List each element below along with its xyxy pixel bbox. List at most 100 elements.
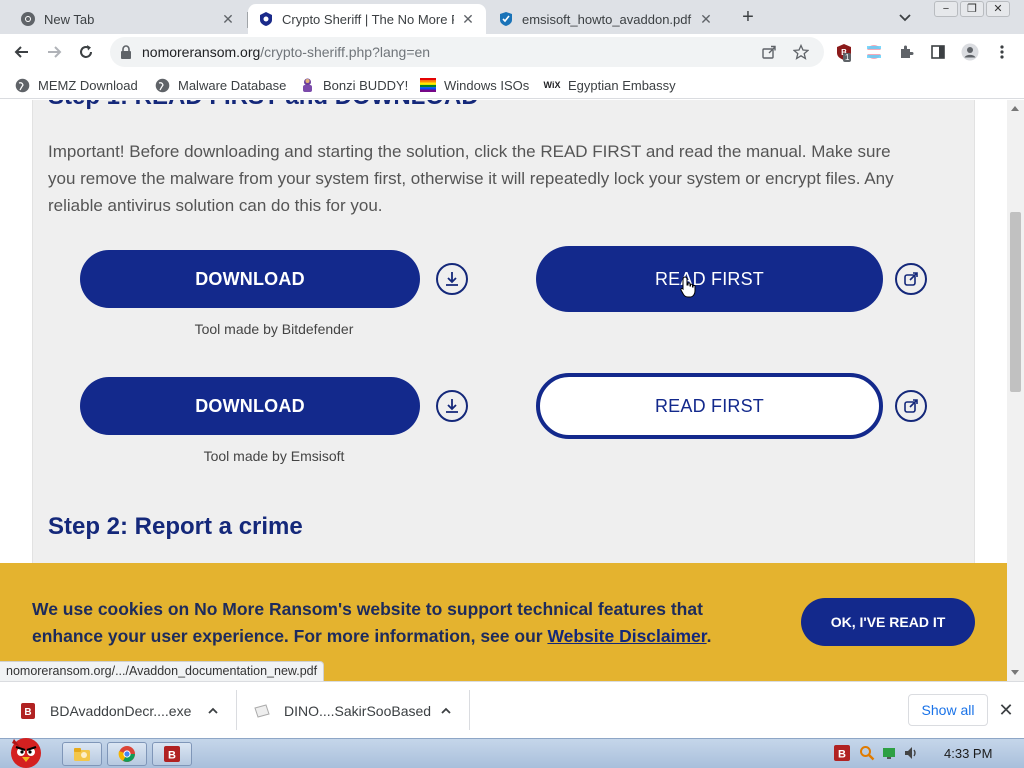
bookmark-bonzi-buddy[interactable]: Bonzi BUDDY! [299,75,408,95]
tab-new-tab[interactable]: New Tab ✕ [10,4,246,34]
tab-emsisoft-pdf[interactable]: emsisoft_howto_avaddon.pdf ✕ [488,4,724,34]
extension-badge: 1 [843,53,852,62]
tab-title: emsisoft_howto_avaddon.pdf [522,11,692,27]
shield-icon [258,11,274,27]
download-item[interactable]: DINO....SakirSooBased [254,682,431,739]
lock-icon[interactable] [120,45,132,59]
windows-taskbar: B B 4:33 PM [0,738,1024,768]
emsisoft-shield-icon [498,11,514,27]
chrome-icon [20,11,36,27]
tab-strip: New Tab ✕ Crypto Sheriff | The No More R… [0,0,1024,34]
forward-arrow-icon[interactable] [42,40,66,64]
tray-search-icon[interactable] [859,745,875,761]
step1-heading: Step 1: READ FIRST and DOWNLOAD [48,100,479,111]
scroll-down-arrow-icon[interactable] [1011,670,1019,675]
bookmark-star-icon[interactable] [792,43,810,61]
bookmark-label: Malware Database [178,77,287,93]
status-url-tooltip: nomoreransom.org/.../Avaddon_documentati… [0,661,325,681]
bookmark-memz[interactable]: MEMZ Download [14,75,138,95]
window-controls: − ❐ ✕ [932,1,1010,17]
back-arrow-icon[interactable] [10,40,34,64]
bookmarks-bar: MEMZ Download Malware Database Bonzi BUD… [0,71,1024,99]
globe-icon [14,77,30,93]
profile-avatar-icon[interactable] [961,43,979,61]
wix-icon: WiX [543,80,561,90]
taskbar-explorer-icon[interactable] [62,742,102,766]
page-viewport: Step 1: READ FIRST and DOWNLOAD Importan… [0,100,1007,681]
start-button-angry-bird-icon[interactable] [2,731,48,768]
bookmark-egyptian-embassy[interactable]: WiX Egyptian Embassy [544,75,676,95]
page-scrollbar[interactable] [1007,100,1024,681]
download-icon[interactable] [436,263,468,295]
tab-title: New Tab [44,11,95,27]
website-disclaimer-link[interactable]: Website Disclaimer [547,626,706,646]
download-bitdefender-button[interactable]: DOWNLOAD [80,250,420,308]
download-icon[interactable] [436,390,468,422]
tray-volume-icon[interactable] [903,745,919,761]
bitdefender-extension-icon[interactable]: B 1 [835,43,853,62]
show-all-downloads-button[interactable]: Show all [908,694,988,726]
download-filename: BDAvaddonDecr....exe [50,702,192,719]
cookie-text: We use cookies on No More Ransom's websi… [32,596,772,650]
bookmark-malware-database[interactable]: Malware Database [154,75,286,95]
close-tab-icon[interactable]: ✕ [460,11,476,27]
svg-text:B: B [838,749,846,761]
minimize-button[interactable]: − [934,1,958,17]
taskbar-bitdefender-icon[interactable]: B [152,742,192,766]
scrollbar-thumb[interactable] [1010,212,1021,392]
puzzle-extensions-icon[interactable] [897,43,915,61]
downloads-bar: B BDAvaddonDecr....exe DINO....SakirSooB… [0,681,1024,738]
download-emsisoft-button[interactable]: DOWNLOAD [80,377,420,435]
chevron-up-icon[interactable] [439,704,453,718]
bookmark-windows-isos[interactable]: Windows ISOs [420,75,529,95]
bookmark-label: Bonzi BUDDY! [323,77,409,93]
url-host: nomoreransom.org [142,44,261,60]
reload-icon[interactable] [74,40,98,64]
close-downloads-bar-icon[interactable]: ✕ [996,700,1016,720]
important-text: Important! Before downloading and starti… [48,142,894,215]
tab-search-chevron-icon[interactable] [896,8,914,26]
browser-toolbar: nomoreransom.org/crypto-sheriff.php?lang… [0,34,1024,71]
download-divider [236,690,237,730]
external-link-icon[interactable] [895,263,927,295]
bonzi-icon [299,77,315,93]
tool-maker-label: Tool made by Bitdefender [194,321,354,337]
bookmark-label: Windows ISOs [444,77,530,93]
tab-crypto-sheriff[interactable]: Crypto Sheriff | The No More R ✕ [248,4,486,34]
download-divider [469,690,470,730]
chevron-up-icon[interactable] [206,704,220,718]
close-tab-icon[interactable]: ✕ [698,11,714,27]
hand-cursor-icon [680,276,696,298]
menu-kebab-icon[interactable] [993,43,1011,61]
new-tab-button[interactable]: + [736,6,760,30]
svg-text:B: B [24,707,31,718]
cookie-message-end: . [706,626,712,646]
read-first-emsisoft-button[interactable]: READ FIRST [536,373,883,439]
download-filename: DINO....SakirSooBased [284,702,432,719]
share-icon[interactable] [760,43,778,61]
file-icon [254,703,270,719]
tray-network-icon[interactable] [881,745,897,761]
close-window-button[interactable]: ✕ [986,1,1010,17]
tab-title: Crypto Sheriff | The No More R [282,11,454,27]
address-bar[interactable]: nomoreransom.org/crypto-sheriff.php?lang… [110,37,824,67]
bookmark-label: MEMZ Download [38,77,138,93]
globe-icon [154,77,170,93]
external-link-icon[interactable] [895,390,927,422]
side-panel-icon[interactable] [929,43,947,61]
scroll-up-arrow-icon[interactable] [1011,106,1019,111]
tool-maker-label: Tool made by Emsisoft [203,448,345,464]
restore-button[interactable]: ❐ [960,1,984,17]
url-path: /crypto-sheriff.php?lang=en [260,44,431,60]
cookie-accept-button[interactable]: OK, I'VE READ IT [801,598,975,646]
flag-extension-icon[interactable] [865,43,883,61]
tray-bitdefender-icon[interactable]: B [834,745,850,761]
read-first-bitdefender-button[interactable]: READ FIRST [536,246,883,312]
url-text[interactable]: nomoreransom.org/crypto-sheriff.php?lang… [142,44,430,60]
bitdefender-file-icon: B [20,702,36,719]
svg-text:B: B [168,750,176,762]
close-tab-icon[interactable]: ✕ [220,11,236,27]
taskbar-chrome-icon[interactable] [107,742,147,766]
taskbar-clock[interactable]: 4:33 PM [944,746,992,761]
step2-heading: Step 2: Report a crime [48,513,303,540]
